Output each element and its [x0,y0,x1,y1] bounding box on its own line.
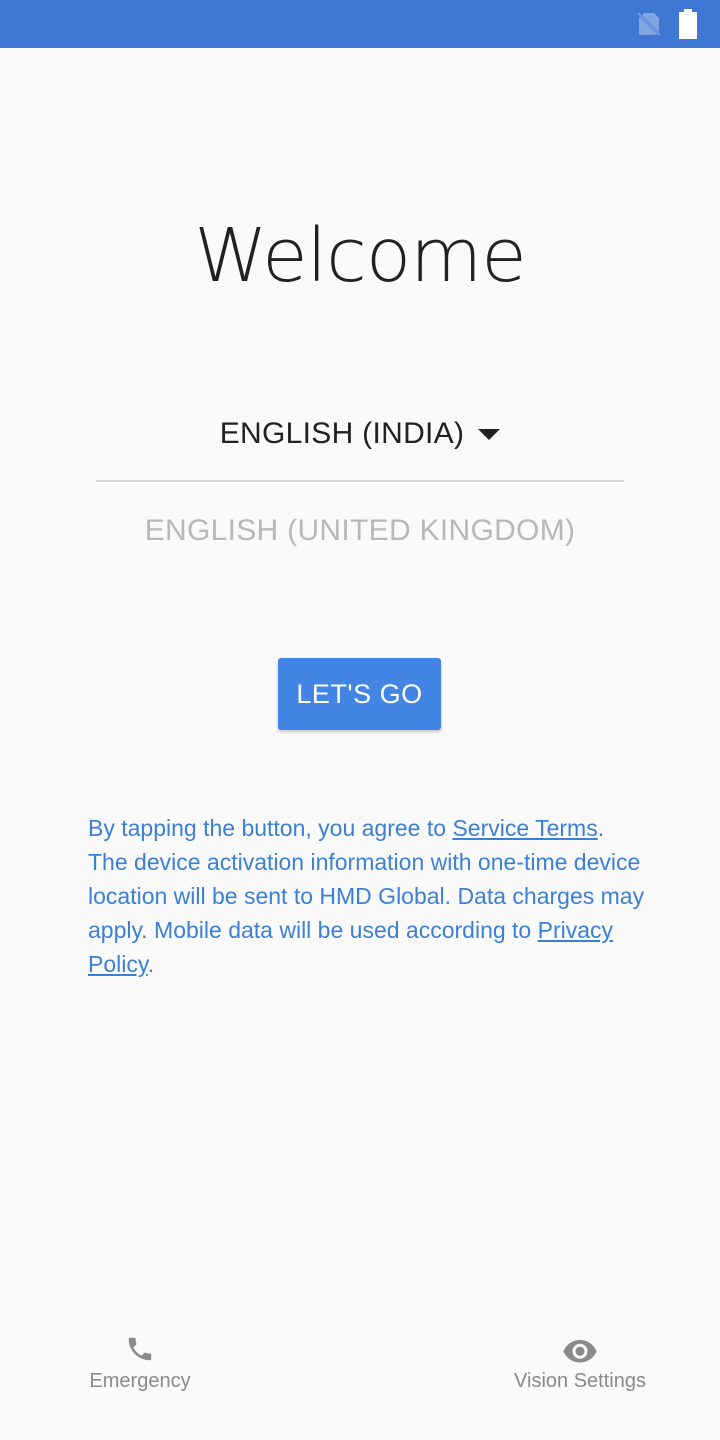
no-sim-icon [636,11,662,37]
terms-suffix: . [147,951,155,977]
eye-icon [563,1340,597,1363]
battery-icon [679,9,697,39]
emergency-label: Emergency [89,1370,191,1392]
welcome-title: Welcome [194,213,527,299]
emergency-button[interactable]: Emergency [80,1334,200,1393]
status-bar [0,0,720,48]
setup-welcome-screen: Welcome ENGLISH (INDIA) ENGLISH (UNITED … [0,0,720,1440]
terms-prefix: By tapping the button, you agree to [88,815,453,841]
language-dropdown[interactable]: ENGLISH (INDIA) [96,404,624,482]
terms-notice: By tapping the button, you agree to Serv… [88,811,648,981]
dropdown-arrow-icon [478,429,501,440]
selected-language: ENGLISH (INDIA) [219,417,465,450]
lets-go-button[interactable]: LET'S GO [278,658,441,730]
vision-settings-button[interactable]: Vision Settings [500,1334,660,1393]
phone-icon [128,1337,152,1361]
vision-settings-label: Vision Settings [514,1370,646,1392]
language-option-next[interactable]: ENGLISH (UNITED KINGDOM) [96,504,624,558]
service-terms-link[interactable]: Service Terms [452,815,597,841]
